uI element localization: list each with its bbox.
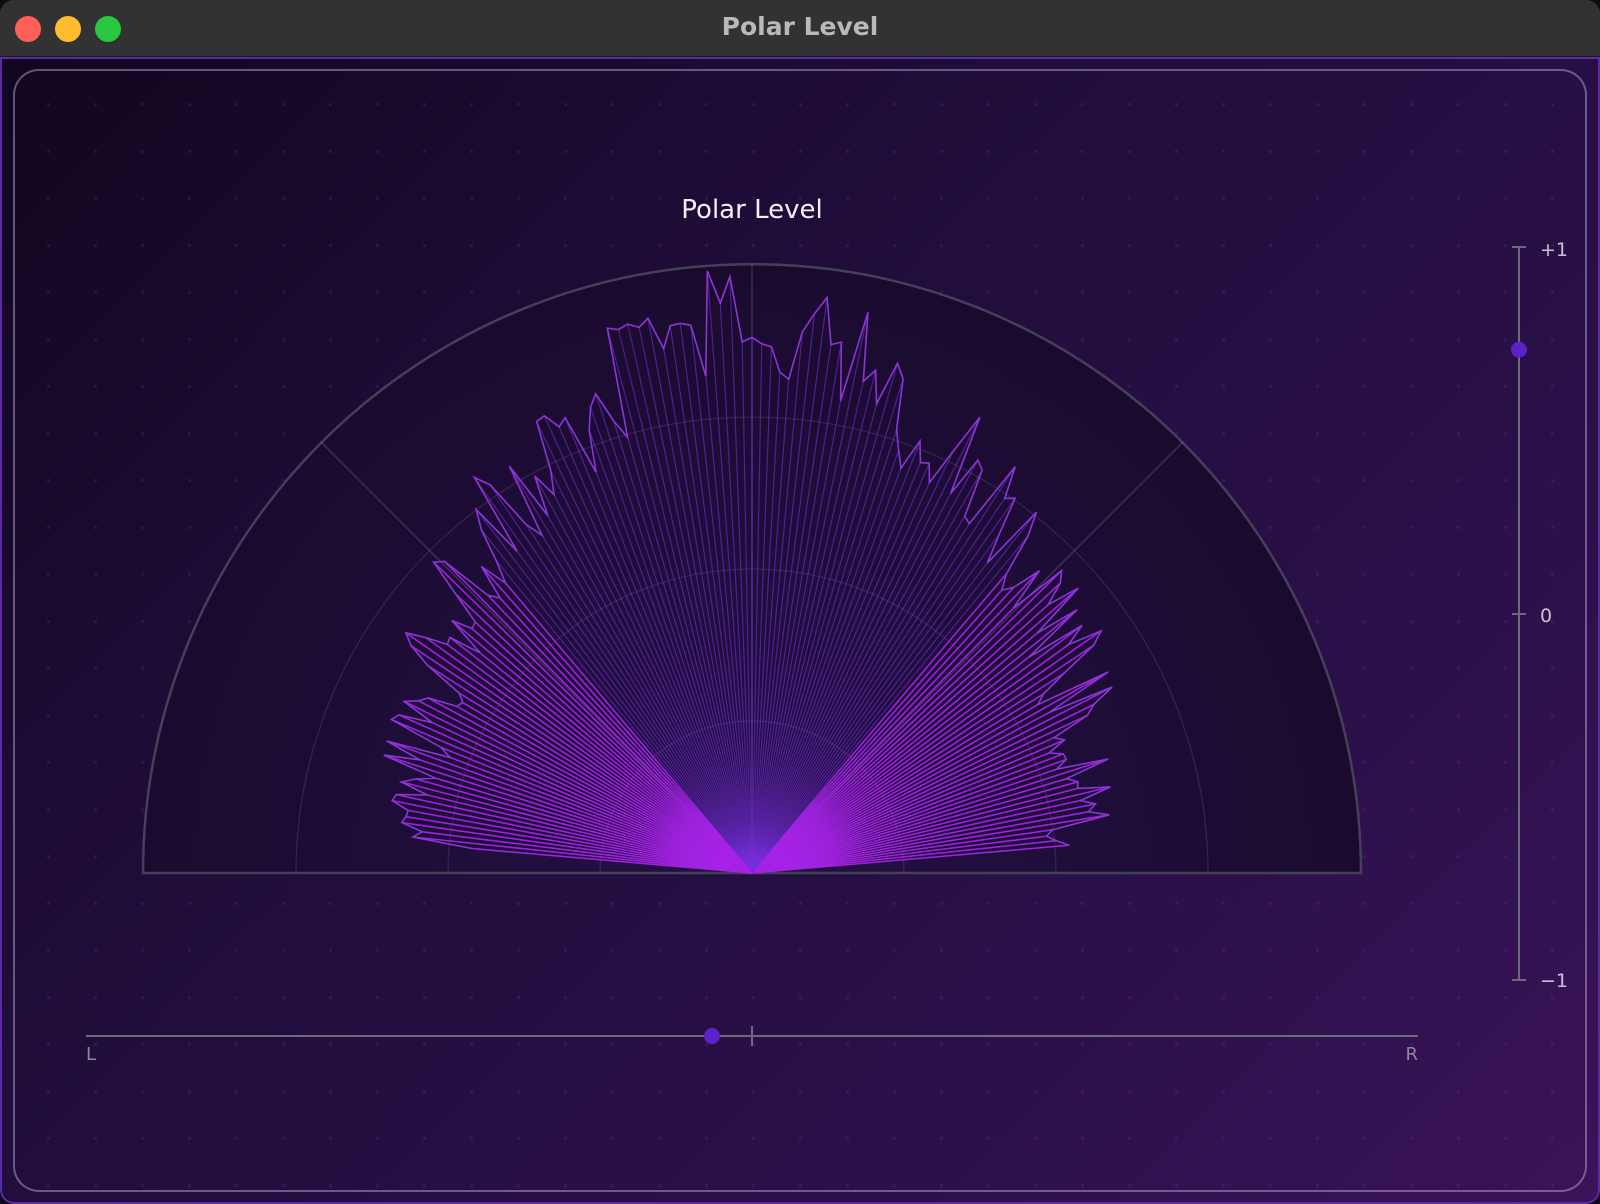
correlation-label-mid: 0 <box>1540 605 1552 627</box>
correlation-label-bottom: −1 <box>1540 970 1568 992</box>
correlation-handle[interactable] <box>1511 341 1527 358</box>
balance-label-left: L <box>86 1044 96 1065</box>
app-window: Polar Level Polar Level +1 0 −1 L R <box>0 0 1600 1204</box>
meter-title: Polar Level <box>681 195 822 225</box>
polar-level-display: Polar Level +1 0 −1 L R <box>86 195 1568 1065</box>
correlation-scale: +1 0 −1 <box>1511 239 1568 992</box>
balance-label-right: R <box>1405 1044 1418 1065</box>
balance-handle[interactable] <box>704 1028 720 1044</box>
balance-scale: L R <box>86 1026 1418 1065</box>
correlation-label-top: +1 <box>1540 239 1568 261</box>
